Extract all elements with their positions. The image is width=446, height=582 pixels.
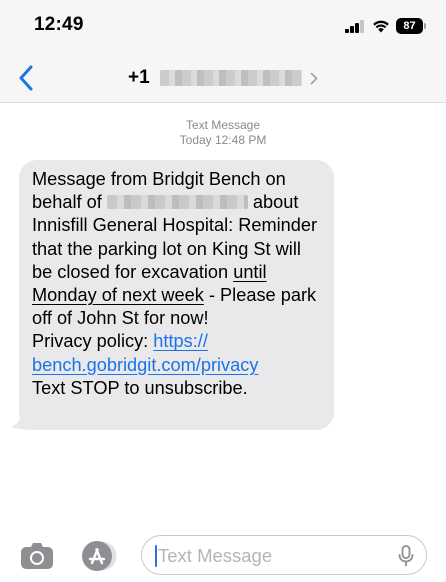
service-label: Text Message	[185, 118, 261, 132]
app-store-icon[interactable]	[79, 540, 119, 572]
message-meta: Text Message Today 12:48 PM	[0, 118, 446, 148]
redacted-name	[106, 195, 248, 210]
messages-screen: 12:49 87 +1 Text Message Today 12:48 PM	[0, 0, 446, 582]
battery-indicator: 87	[396, 18, 423, 34]
privacy-policy-label: Privacy policy:	[32, 331, 149, 352]
cellular-signal-icon	[345, 20, 365, 33]
wifi-icon	[373, 20, 389, 33]
unsubscribe-instruction: Text STOP to unsubscribe.	[32, 377, 248, 398]
back-chevron-icon[interactable]	[18, 65, 34, 91]
battery-tip	[424, 23, 426, 29]
redacted-phone-number	[159, 70, 302, 86]
camera-icon[interactable]	[20, 541, 54, 571]
microphone-icon[interactable]	[398, 545, 414, 567]
conversation-header: 12:49 87 +1	[0, 0, 446, 103]
received-message-bubble[interactable]: Message from Bridgit Bench on behalf of …	[19, 160, 334, 430]
message-timestamp: Today 12:48 PM	[179, 133, 267, 147]
contact-title[interactable]: +1	[128, 66, 318, 90]
message-input-placeholder: Text Message	[158, 545, 273, 566]
contact-details-chevron-icon	[310, 72, 317, 84]
status-time: 12:49	[34, 14, 84, 35]
message-input[interactable]: Text Message	[141, 535, 427, 575]
text-caret	[155, 545, 157, 567]
contact-number-prefix: +1	[128, 67, 150, 88]
